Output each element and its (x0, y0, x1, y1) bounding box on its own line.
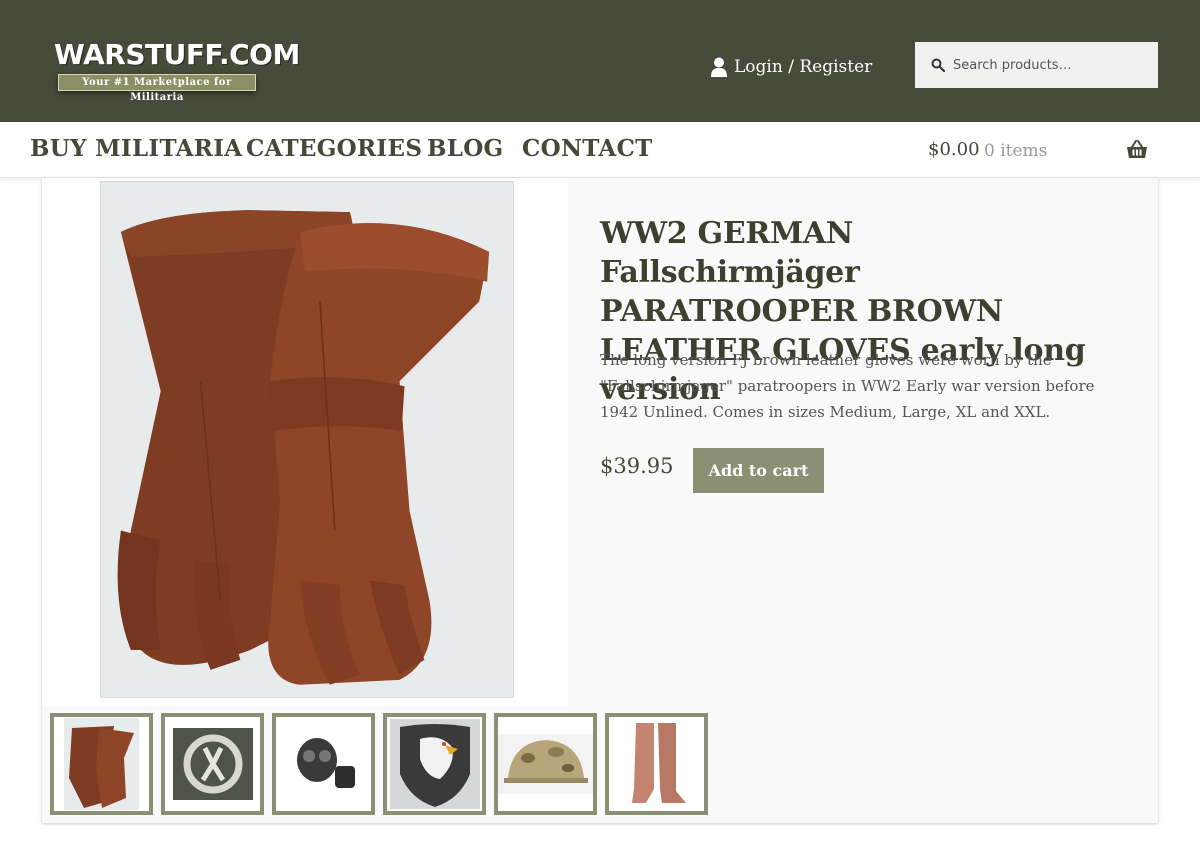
search-icon (931, 58, 945, 72)
cart-total[interactable]: $0.00 (928, 139, 980, 160)
login-label: Login / Register (734, 57, 873, 77)
cart-count[interactable]: 0 items (984, 141, 1047, 161)
product-search (915, 42, 1158, 88)
search-input[interactable] (953, 57, 1133, 73)
site-logo[interactable]: WARSTUFF.COM Your #1 Marketplace for Mil… (44, 38, 300, 103)
thumbnail-eagle-patch[interactable] (383, 713, 486, 815)
camo-helmet-thumbnail-image (498, 734, 593, 794)
nav-blog[interactable]: BLOG (427, 135, 504, 162)
logo-tagline: Your #1 Marketplace for Militaria (58, 74, 256, 103)
primary-navigation: BUY MILITARIA CATEGORIES BLOG CONTACT $0… (0, 122, 1200, 178)
nav-contact[interactable]: CONTACT (522, 135, 653, 162)
thumbnail-gloves[interactable] (50, 713, 153, 815)
product-gallery-thumbnails (50, 713, 708, 815)
add-to-cart-button[interactable]: Add to cart (693, 448, 824, 493)
product-price: $39.95 (600, 454, 674, 478)
product-card: WW2 GERMAN Fallschirmjäger PARATROOPER B… (42, 178, 1158, 823)
eagle-patch-thumbnail-image (389, 719, 480, 809)
leather-gloves-photo (100, 181, 514, 698)
thumbnail-camo-helmet[interactable] (494, 713, 597, 815)
basket-icon[interactable] (1126, 140, 1148, 160)
thumbnail-leather-boots[interactable] (605, 713, 708, 815)
user-icon (711, 57, 727, 77)
nav-buy-militaria[interactable]: BUY MILITARIA (30, 135, 242, 162)
gloves-thumbnail-image (64, 718, 139, 810)
gas-mask-thumbnail-image (288, 732, 359, 796)
product-main-image[interactable] (42, 178, 568, 706)
boots-thumbnail-image (621, 719, 692, 809)
thumbnail-insignia-badge[interactable] (161, 713, 264, 815)
thumbnail-gas-mask[interactable] (272, 713, 375, 815)
site-header: WARSTUFF.COM Your #1 Marketplace for Mil… (0, 0, 1200, 122)
insignia-thumbnail-image (172, 728, 253, 800)
logo-title: WARSTUFF.COM (54, 38, 300, 71)
nav-categories[interactable]: CATEGORIES (246, 135, 422, 162)
product-description: The long version FJ brown leather gloves… (600, 351, 1095, 421)
login-register-link[interactable]: Login / Register (710, 55, 872, 79)
